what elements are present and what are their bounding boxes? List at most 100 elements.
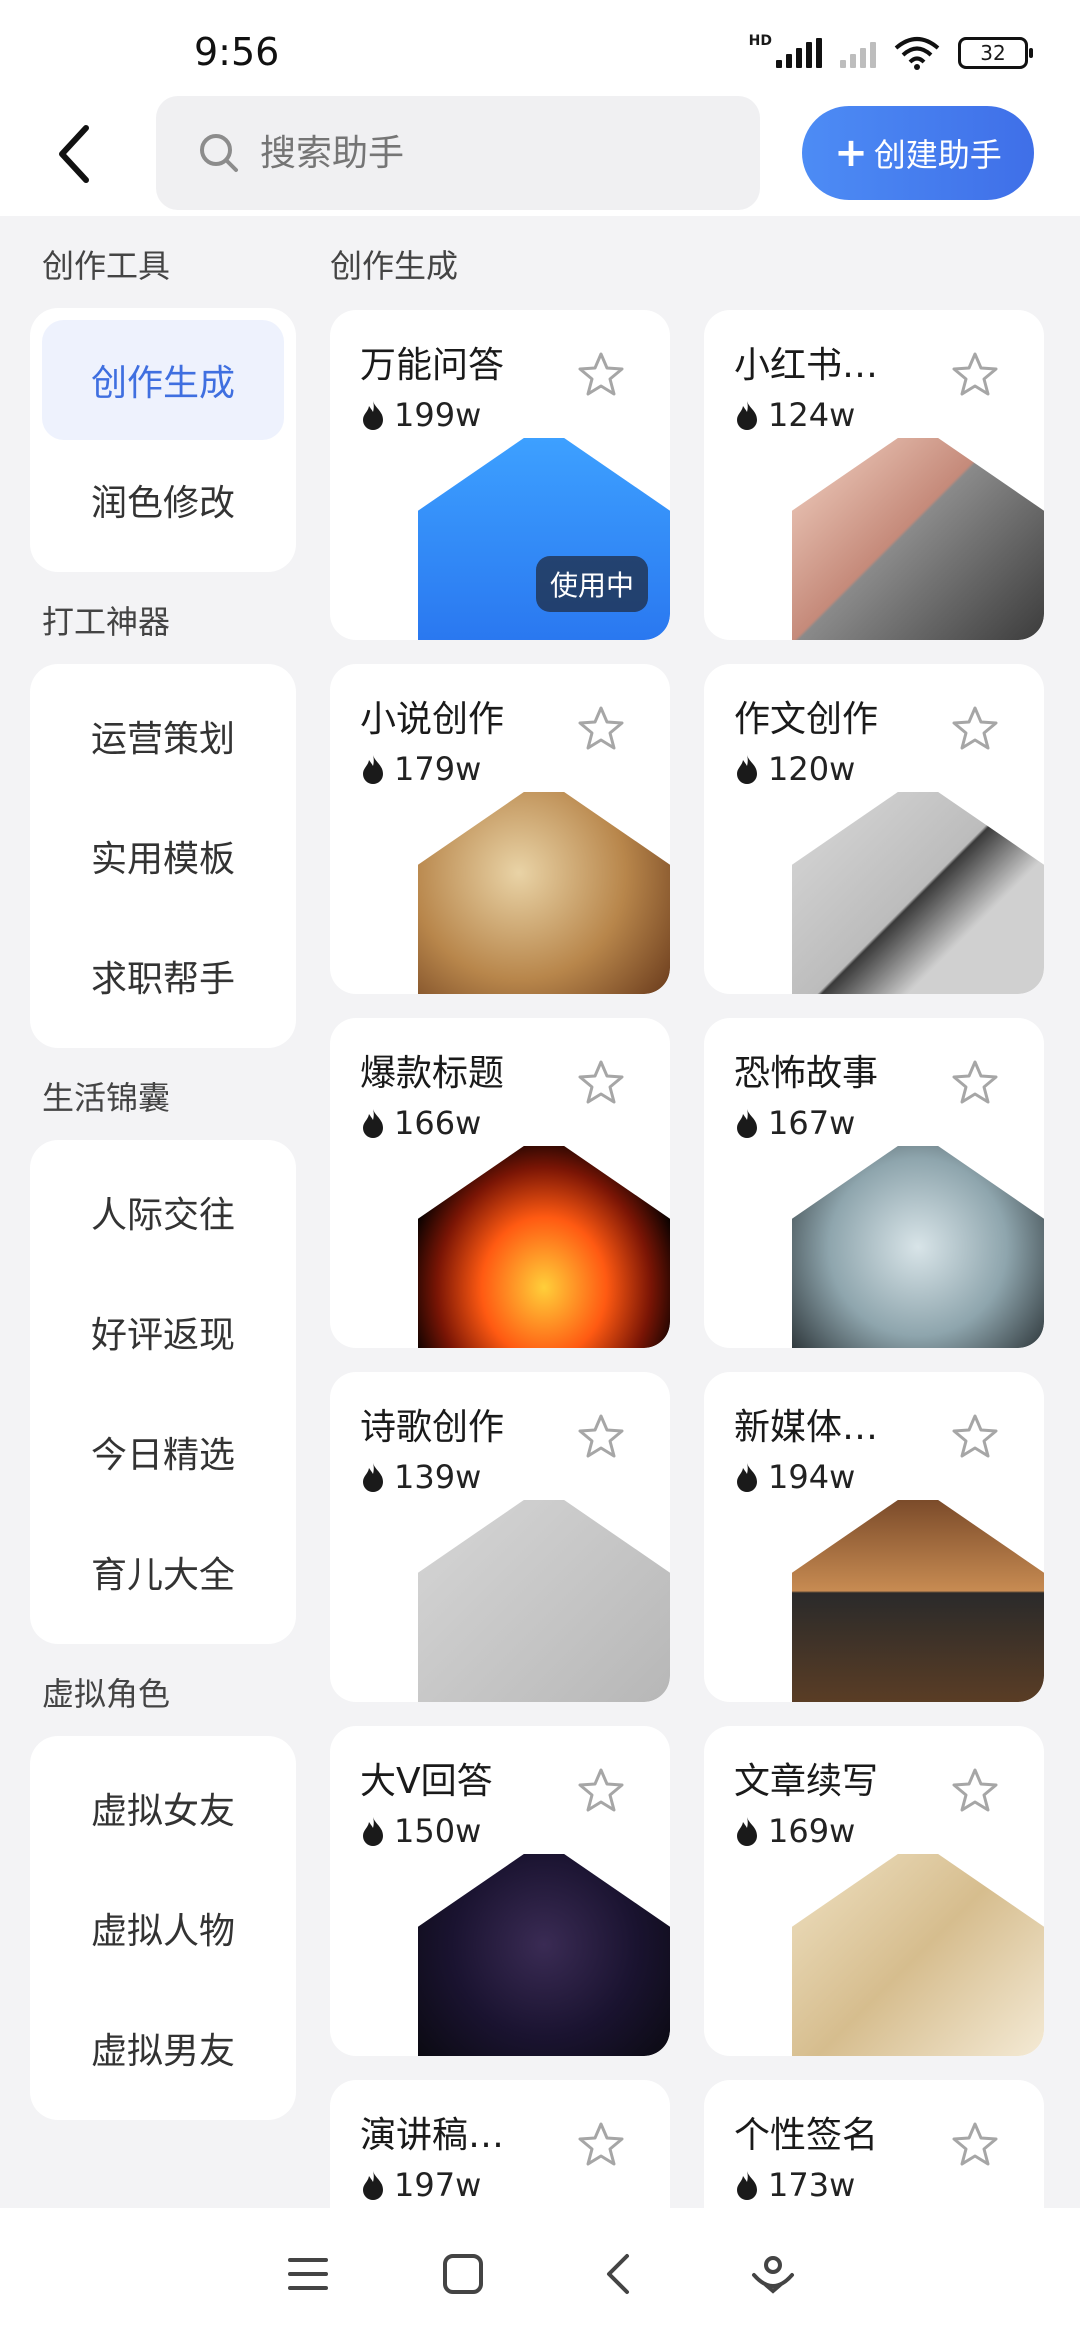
assistant-title: 新媒体…	[734, 1407, 879, 1448]
nav-back-icon	[606, 2254, 629, 2294]
assistant-card[interactable]: 爆款标题 166w	[330, 1018, 670, 1348]
star-icon[interactable]	[950, 1412, 1000, 1462]
category-item[interactable]: 润色修改	[42, 440, 284, 560]
flame-icon	[363, 2171, 383, 2200]
star-icon[interactable]	[950, 350, 1000, 400]
usage-count: 169w	[734, 1812, 855, 1850]
assistant-card[interactable]: 小红书… 124w	[704, 310, 1044, 640]
assistant-thumbnail	[792, 792, 1044, 994]
category-item[interactable]: 求职帮手	[42, 916, 284, 1036]
assistant-title: 作文创作	[734, 699, 879, 740]
category-group: 创作生成 润色修改	[30, 308, 296, 572]
flame-icon	[737, 401, 757, 430]
assistant-card[interactable]: 文章续写 169w	[704, 1726, 1044, 2056]
assistant-title: 大V回答	[360, 1761, 493, 1802]
category-group: 人际交往 好评返现 今日精选 育儿大全	[30, 1140, 296, 1644]
assistant-card[interactable]: 诗歌创作 139w	[330, 1372, 670, 1702]
flame-icon	[737, 755, 757, 784]
category-item[interactable]: 实用模板	[42, 796, 284, 916]
section-title: 创作生成	[330, 247, 459, 285]
category-item[interactable]: 运营策划	[42, 676, 284, 796]
usage-count-value: 173w	[768, 2166, 856, 2204]
usage-count-value: 139w	[394, 1458, 482, 1496]
usage-count: 179w	[360, 750, 481, 788]
star-icon[interactable]	[950, 1766, 1000, 1816]
usage-count: 197w	[360, 2166, 481, 2204]
category-item[interactable]: 育儿大全	[42, 1512, 284, 1632]
signal-icon	[776, 38, 822, 68]
status-time: 9:56	[194, 30, 280, 74]
assistant-card[interactable]: 作文创作 120w	[704, 664, 1044, 994]
create-assistant-label: 创建助手	[873, 136, 1002, 174]
usage-count: 166w	[360, 1104, 481, 1142]
usage-count: 150w	[360, 1812, 481, 1850]
category-item[interactable]: 人际交往	[42, 1152, 284, 1272]
star-icon[interactable]	[576, 1412, 626, 1462]
assistant-title: 文章续写	[734, 1761, 879, 1802]
assistant-icon	[751, 2256, 794, 2294]
assistant-title: 恐怖故事	[734, 1053, 879, 1094]
flame-icon	[363, 1817, 383, 1846]
usage-count-value: 150w	[394, 1812, 482, 1850]
wifi-icon	[894, 37, 940, 70]
star-icon[interactable]	[576, 1766, 626, 1816]
usage-count: 124w	[734, 396, 855, 434]
category-item[interactable]: 虚拟女友	[42, 1748, 284, 1868]
content-area: 创作工具 创作生成 润色修改 打工神器 运营策划 实用模板 求职帮手 生活锦囊 …	[0, 216, 1080, 2208]
usage-count: 167w	[734, 1104, 855, 1142]
flame-icon	[737, 1109, 757, 1138]
star-icon[interactable]	[576, 350, 626, 400]
assistant-button[interactable]	[745, 2246, 801, 2302]
star-icon[interactable]	[576, 2120, 626, 2170]
flame-icon	[363, 401, 383, 430]
assistant-card[interactable]: 万能问答 199w 使用中	[330, 310, 670, 640]
assistant-card[interactable]: 新媒体… 194w	[704, 1372, 1044, 1702]
category-item[interactable]: 今日精选	[42, 1392, 284, 1512]
category-item[interactable]: 虚拟男友	[42, 1988, 284, 2108]
usage-count-value: 169w	[768, 1812, 856, 1850]
star-icon[interactable]	[950, 2120, 1000, 2170]
in-use-badge: 使用中	[535, 556, 648, 612]
search-bar[interactable]	[156, 96, 760, 210]
back-icon	[59, 125, 89, 183]
usage-count-value: 199w	[394, 396, 482, 434]
home-button[interactable]	[435, 2246, 491, 2302]
assistant-card[interactable]: 小说创作 179w	[330, 664, 670, 994]
create-assistant-button[interactable]: + 创建助手	[802, 106, 1034, 200]
star-icon[interactable]	[576, 1058, 626, 1108]
assistant-title: 演讲稿…	[360, 2115, 505, 2156]
nav-back-button[interactable]	[590, 2246, 646, 2302]
search-input[interactable]	[260, 132, 725, 174]
flame-icon	[737, 2171, 757, 2200]
category-group: 虚拟女友 虚拟人物 虚拟男友	[30, 1736, 296, 2120]
category-group-title: 打工神器	[42, 603, 171, 641]
menu-button[interactable]	[280, 2246, 336, 2302]
search-icon	[200, 134, 238, 172]
assistant-card[interactable]: 个性签名 173w	[704, 2080, 1044, 2208]
back-button[interactable]	[44, 122, 104, 186]
usage-count: 173w	[734, 2166, 855, 2204]
assistant-thumbnail	[792, 1146, 1044, 1348]
assistant-card[interactable]: 演讲稿… 197w	[330, 2080, 670, 2208]
usage-count: 199w	[360, 396, 481, 434]
star-icon[interactable]	[950, 1058, 1000, 1108]
assistant-title: 万能问答	[360, 345, 505, 386]
battery-icon: 32	[958, 37, 1033, 69]
category-item[interactable]: 好评返现	[42, 1272, 284, 1392]
usage-count: 194w	[734, 1458, 855, 1496]
assistant-thumbnail	[792, 1854, 1044, 2056]
category-item-active[interactable]: 创作生成	[42, 320, 284, 440]
assistant-card[interactable]: 大V回答 150w	[330, 1726, 670, 2056]
flame-icon	[363, 755, 383, 784]
status-bar: 9:56 HD 32	[0, 0, 1080, 96]
assistant-thumbnail	[418, 1500, 670, 1702]
top-bar: + 创建助手	[0, 96, 1080, 216]
signal-secondary-icon	[840, 38, 876, 68]
flame-icon	[737, 1817, 757, 1846]
assistant-grid: 万能问答 199w 使用中 小红书… 124w 小说创作 179w 作文创作 120w 爆款标题 1…	[330, 310, 1050, 2208]
star-icon[interactable]	[576, 704, 626, 754]
category-item[interactable]: 虚拟人物	[42, 1868, 284, 1988]
assistant-card[interactable]: 恐怖故事 167w	[704, 1018, 1044, 1348]
assistant-thumbnail	[418, 792, 670, 994]
star-icon[interactable]	[950, 704, 1000, 754]
